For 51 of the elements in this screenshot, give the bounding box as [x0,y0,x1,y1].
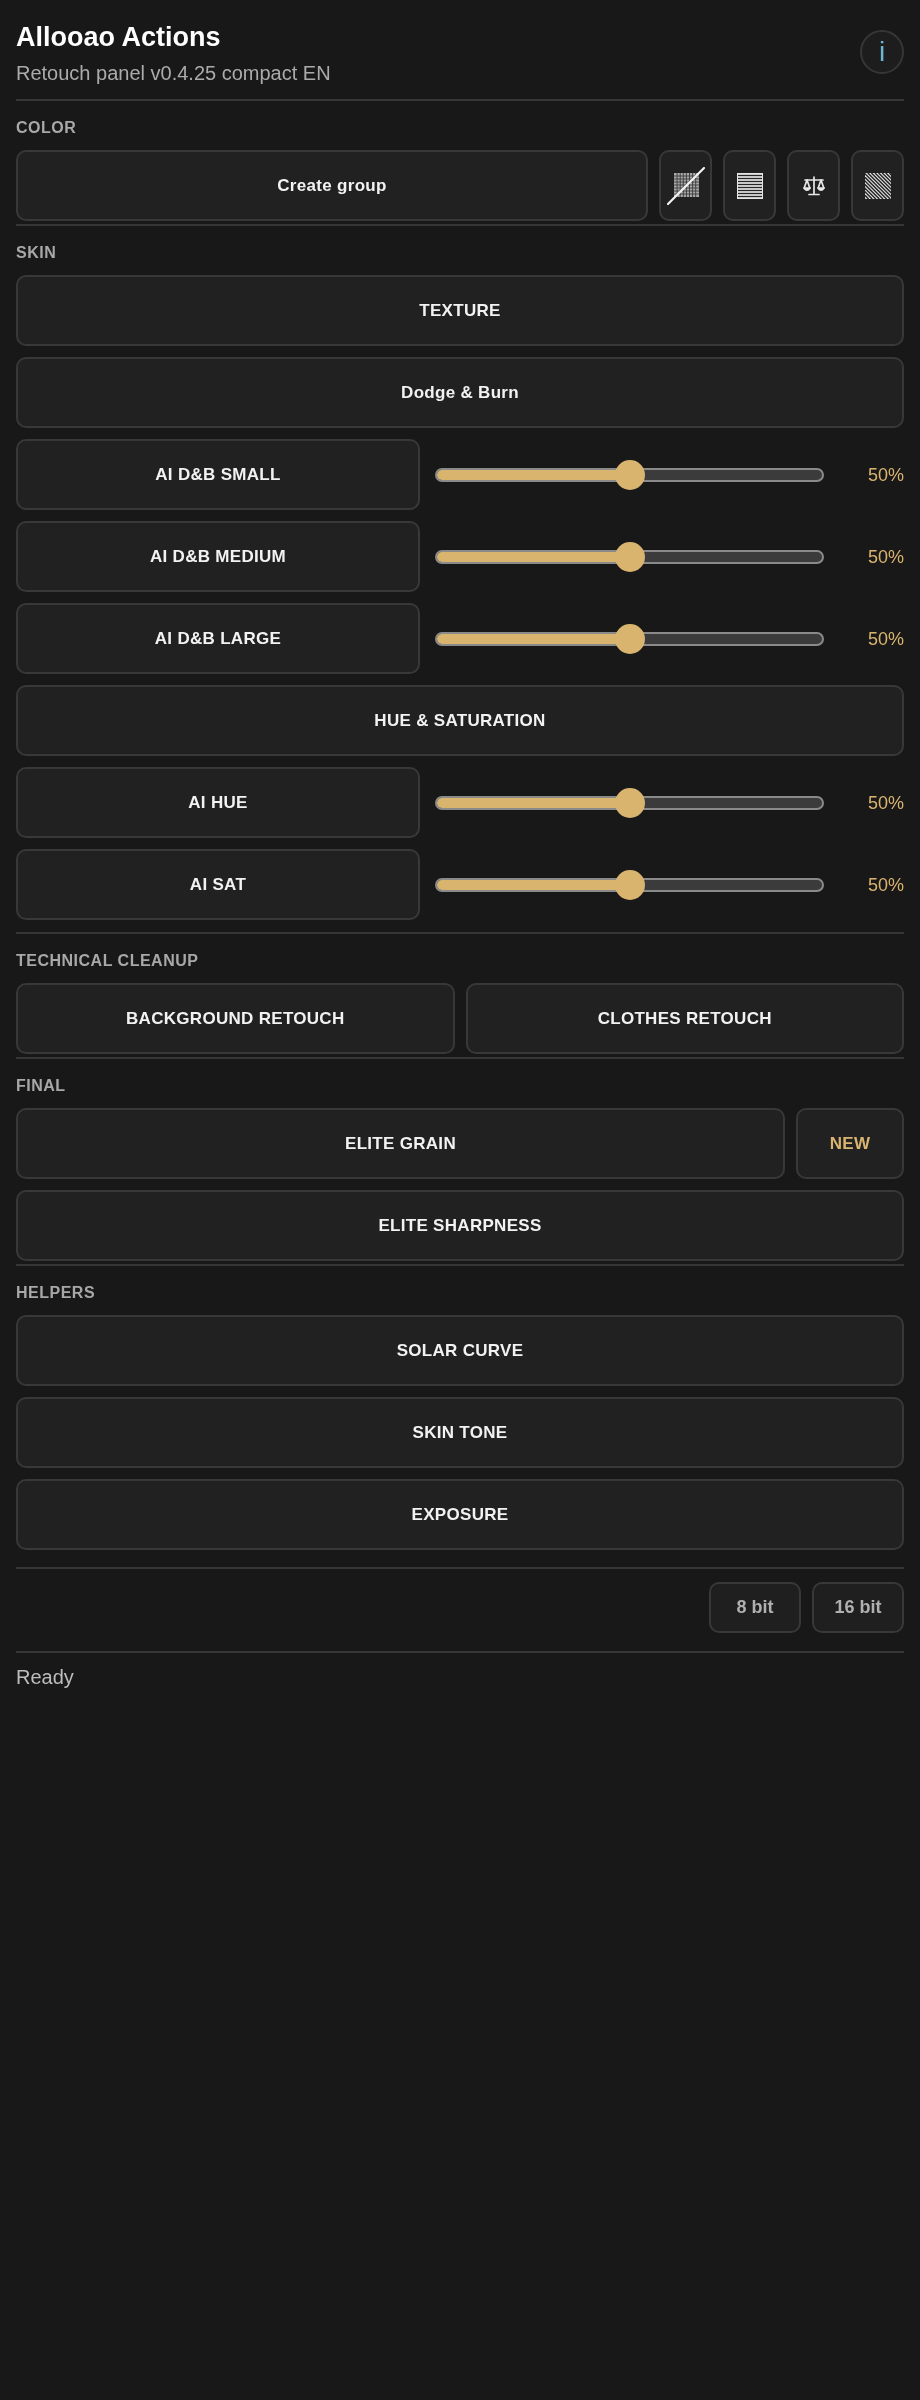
slider-value: 50% [866,627,904,651]
action-button[interactable]: ELITE SHARPNESS [16,1190,904,1261]
slider-track[interactable] [435,541,824,572]
slider-thumb[interactable] [614,869,645,900]
section-label: COLOR [16,118,78,138]
slider-value: 50% [866,873,904,897]
slider-track[interactable] [435,623,824,654]
slider-value: 50% [866,791,904,815]
action-button[interactable]: AI D&B MEDIUM [16,521,420,592]
action-button[interactable]: Dodge & Burn [16,357,904,428]
action-button[interactable]: TEXTURE [16,275,904,346]
action-button[interactable]: EXPOSURE [16,1479,904,1550]
app-title: Allooao Actions [16,21,222,54]
hatch-icon [864,172,891,199]
slider-thumb[interactable] [614,541,645,572]
tool-button[interactable] [851,150,904,221]
section-label: FINAL [16,1076,67,1096]
app-subtitle: Retouch panel v0.4.25 compact EN [16,61,331,86]
action-button[interactable]: SKIN TONE [16,1397,904,1468]
slider-value: 50% [866,545,904,569]
action-button[interactable]: AI HUE [16,767,420,838]
action-button[interactable]: ELITE GRAIN [16,1108,785,1179]
action-button[interactable]: HUE & SATURATION [16,685,904,756]
tool-button[interactable] [723,150,776,221]
section-label: SKIN [16,243,58,263]
action-button[interactable]: AI D&B SMALL [16,439,420,510]
tool-button[interactable] [787,150,840,221]
slider-thumb[interactable] [614,459,645,490]
section-label: TECHNICAL CLEANUP [16,951,200,971]
section-label: HELPERS [16,1283,97,1303]
bit-depth-button[interactable]: 8 bit [709,1582,801,1633]
scale-icon [802,175,825,196]
grid-slash-icon [666,166,705,205]
action-button[interactable]: BACKGROUND RETOUCH [16,983,455,1054]
action-button[interactable]: Create group [16,150,648,221]
slider-track[interactable] [435,869,824,900]
tool-button[interactable] [659,150,712,221]
new-tag-button[interactable]: NEW [796,1108,904,1179]
action-button[interactable]: AI SAT [16,849,420,920]
slider-track[interactable] [435,787,824,818]
slider-thumb[interactable] [614,787,645,818]
slider-value: 50% [866,463,904,487]
action-button[interactable]: CLOTHES RETOUCH [465,983,904,1054]
action-button[interactable]: AI D&B LARGE [16,603,420,674]
action-button[interactable]: SOLAR CURVE [16,1315,904,1386]
status-text: Ready [16,1665,74,1690]
lines-icon [736,172,763,199]
slider-track[interactable] [435,459,824,490]
info-button[interactable]: i [860,30,904,74]
slider-thumb[interactable] [614,623,645,654]
bit-depth-button[interactable]: 16 bit [812,1582,904,1633]
